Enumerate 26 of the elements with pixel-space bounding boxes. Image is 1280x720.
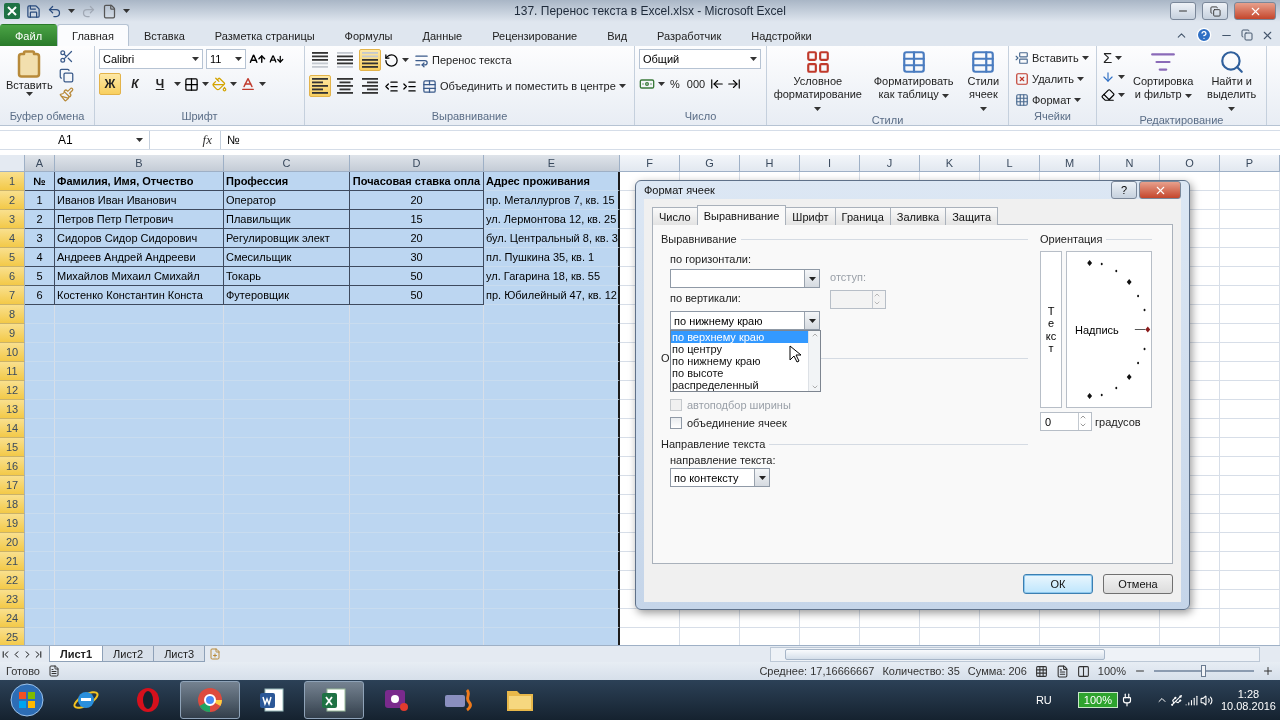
group-label: Ячейки: [1034, 110, 1071, 124]
sum-text: Сумма: 206: [967, 665, 1027, 677]
field-label: отступ:: [830, 270, 867, 285]
section-title: Ориентация: [1040, 233, 1103, 245]
group-label: Шрифт: [181, 110, 218, 124]
section-title: Направление текста: [661, 438, 766, 450]
window-title: 137. Перенос текста в Excel.xlsx - Microsoft Excel: [513, 4, 787, 18]
group-label: Стили: [871, 114, 904, 126]
group-label: Буфер обмена: [9, 110, 85, 124]
group-label: Редактирование: [1139, 114, 1224, 126]
dialog-title: Формат ячеек: [644, 184, 716, 196]
field-label: направление текста:: [670, 453, 777, 468]
checkbox-label: объединение ячеек: [687, 416, 787, 431]
average-text: Среднее: 17,16666667: [759, 665, 875, 677]
zoom-text: 100%: [1097, 665, 1126, 677]
dial-label: Надпись: [1075, 323, 1119, 336]
group-label: Число: [684, 110, 717, 124]
count-text: Количество: 35: [882, 665, 960, 677]
field-label: по горизонтали:: [670, 252, 753, 267]
checkbox-label: автоподбор ширины: [687, 398, 791, 413]
group-label: Выравнивание: [431, 110, 508, 124]
status-text: Готово: [6, 665, 40, 677]
field-label: по вертикали:: [670, 291, 742, 306]
section-title: Выравнивание: [661, 233, 737, 245]
field-label: градусов: [1095, 414, 1141, 430]
section-title: О: [661, 352, 670, 364]
